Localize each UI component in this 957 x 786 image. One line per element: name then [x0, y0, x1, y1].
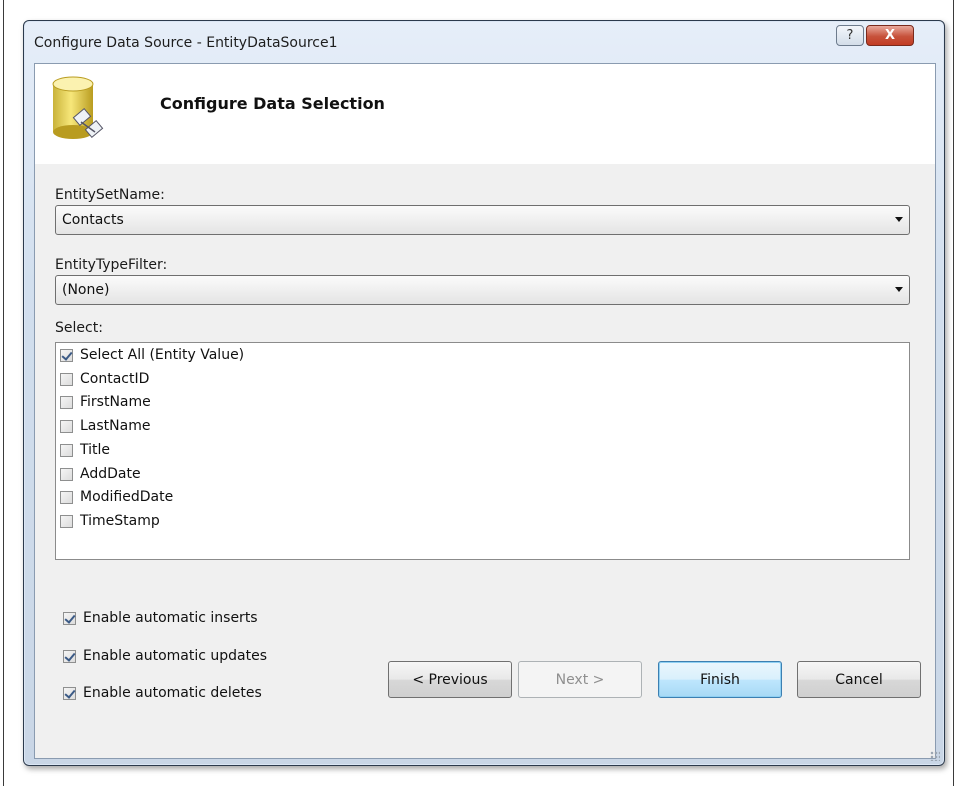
chevron-down-icon	[895, 287, 903, 292]
select-columns-list[interactable]: Select All (Entity Value) ContactID Firs…	[55, 342, 910, 560]
page-title: Configure Data Selection	[160, 94, 385, 113]
enable-updates-option[interactable]: Enable automatic updates	[63, 648, 267, 664]
list-item[interactable]: TimeStamp	[60, 510, 160, 532]
enable-inserts-checkbox[interactable]	[63, 611, 76, 625]
select-label: Select:	[55, 320, 103, 336]
list-item[interactable]: Select All (Entity Value)	[60, 344, 244, 366]
list-item-label: LastName	[80, 418, 151, 434]
enable-inserts-option[interactable]: Enable automatic inserts	[63, 610, 258, 626]
title-bar[interactable]: Configure Data Source - EntityDataSource…	[24, 21, 944, 63]
list-item[interactable]: LastName	[60, 415, 150, 437]
entity-type-filter-value: (None)	[62, 282, 110, 298]
resize-grip-icon[interactable]	[930, 751, 940, 761]
entity-type-filter-combo[interactable]: (None)	[55, 275, 910, 305]
checkbox[interactable]	[60, 467, 73, 481]
help-icon: ?	[846, 28, 854, 43]
enable-deletes-checkbox[interactable]	[63, 686, 76, 700]
list-item-label: ContactID	[80, 371, 150, 387]
checkbox[interactable]	[60, 443, 73, 457]
close-button[interactable]: X	[866, 25, 914, 46]
enable-updates-checkbox[interactable]	[63, 649, 76, 663]
list-item[interactable]: FirstName	[60, 391, 151, 413]
next-button[interactable]: Next >	[518, 661, 642, 698]
checkbox[interactable]	[60, 395, 73, 409]
list-item[interactable]: AddDate	[60, 463, 141, 485]
list-item[interactable]: ContactID	[60, 368, 149, 390]
entity-set-name-combo[interactable]: Contacts	[55, 205, 910, 235]
enable-updates-label: Enable automatic updates	[83, 648, 268, 664]
list-item-label: FirstName	[80, 394, 151, 410]
entity-set-name-label: EntitySetName:	[55, 187, 165, 203]
enable-inserts-label: Enable automatic inserts	[83, 610, 258, 626]
checkbox[interactable]	[60, 514, 73, 528]
cancel-button[interactable]: Cancel	[797, 661, 921, 698]
checkbox[interactable]	[60, 419, 73, 433]
configure-data-source-dialog: Configure Data Source - EntityDataSource…	[23, 20, 945, 766]
close-icon: X	[884, 28, 896, 43]
list-item-label: ModifiedDate	[80, 489, 174, 505]
list-item[interactable]: ModifiedDate	[60, 486, 173, 508]
finish-button[interactable]: Finish	[658, 661, 782, 698]
list-item-label: AddDate	[80, 466, 141, 482]
enable-deletes-option[interactable]: Enable automatic deletes	[63, 685, 262, 701]
list-item-label: Select All (Entity Value)	[80, 347, 245, 363]
database-icon	[52, 76, 104, 139]
enable-deletes-label: Enable automatic deletes	[83, 685, 262, 701]
chevron-down-icon	[895, 217, 903, 222]
list-item-label: Title	[80, 442, 111, 458]
checkbox[interactable]	[60, 490, 73, 504]
wizard-header: Configure Data Selection	[35, 64, 935, 164]
list-item-label: TimeStamp	[80, 513, 160, 529]
checkbox[interactable]	[60, 348, 73, 362]
entity-set-name-value: Contacts	[62, 212, 124, 228]
list-item[interactable]: Title	[60, 439, 110, 461]
checkbox[interactable]	[60, 372, 73, 386]
window-title: Configure Data Source - EntityDataSource…	[34, 35, 338, 51]
previous-button[interactable]: < Previous	[388, 661, 512, 698]
entity-type-filter-label: EntityTypeFilter:	[55, 257, 168, 273]
dialog-client-area: Configure Data Selection EntitySetName: …	[34, 63, 936, 759]
help-button[interactable]: ?	[836, 25, 864, 46]
